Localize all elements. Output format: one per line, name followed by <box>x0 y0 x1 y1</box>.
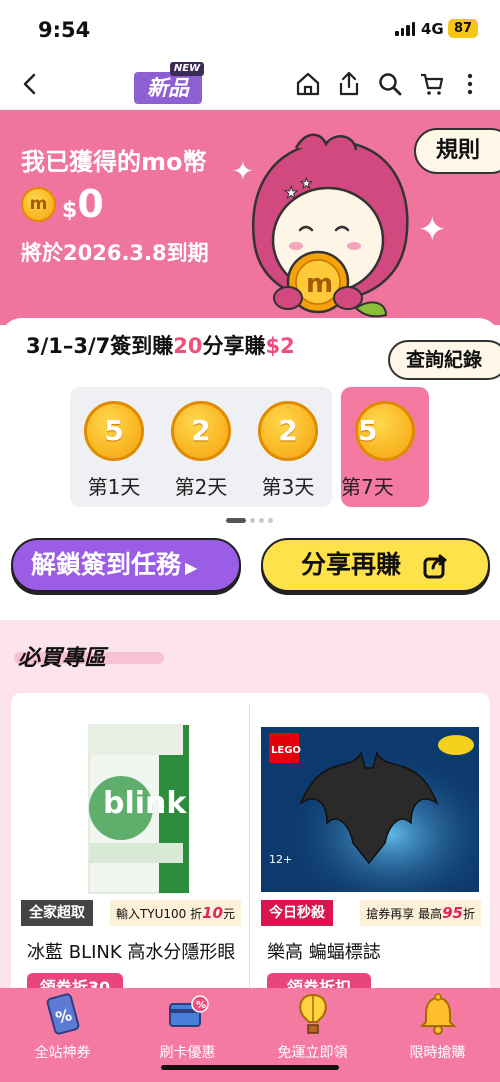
product-image: LEGO 12+ <box>261 727 479 892</box>
tab-label: 全站神券 <box>34 1045 91 1061</box>
checkin-section: 3/1–3/7簽到賺20分享賺$2 查詢紀錄 5 第1天 2 第2天 2 第3天… <box>0 318 500 610</box>
product-name[interactable]: 冰藍 BLINK 高水分隱形眼 <box>27 938 239 964</box>
tab-label: 免運立即領 <box>277 1045 348 1061</box>
checkin-day-bonus[interactable]: 5 第7天 <box>341 387 429 507</box>
checkin-day[interactable]: 2 第2天 <box>157 387 245 507</box>
nav-bar: 新品 NEW <box>0 58 500 110</box>
home-icon <box>296 72 320 96</box>
cart-button[interactable] <box>418 70 446 98</box>
tag-label: 今日秒殺 <box>261 900 333 926</box>
checkin-title-pre: 3/1–3/7簽到賺 <box>26 334 174 358</box>
status-bar: 9:54 4G 87 <box>0 0 500 58</box>
checkin-title-num2: $2 <box>265 334 295 358</box>
product-image: blink <box>88 724 189 894</box>
day-label: 第1天 <box>87 475 141 499</box>
tab-flash-sale[interactable]: 限時搶購 <box>375 988 500 1061</box>
product-name[interactable]: 樂高 蝙蝠標誌 <box>267 938 479 964</box>
tab-card-offers[interactable]: % 刷卡優惠 <box>125 988 250 1061</box>
tag-label: 全家超取 <box>21 900 93 926</box>
promo-tag: 今日秒殺 搶券再享 最高95折 <box>261 900 481 926</box>
divider <box>249 705 250 995</box>
day-coin-icon: 5 <box>84 401 144 461</box>
back-button[interactable] <box>16 70 44 98</box>
play-arrow-icon: ▶ <box>185 558 198 577</box>
svg-text:12+: 12+ <box>269 853 292 866</box>
network-label: 4G <box>421 20 444 38</box>
more-vertical-icon <box>467 73 473 95</box>
share-icon <box>339 71 359 96</box>
checkin-title-mid: 分享賺 <box>202 334 266 358</box>
product-brand-text: blink <box>103 786 187 821</box>
section-title: 必買專區 <box>18 646 107 671</box>
search-button[interactable] <box>376 70 404 98</box>
carousel-dots <box>226 518 273 523</box>
tab-coupons[interactable]: % 全站神券 <box>0 988 125 1061</box>
svg-text:★: ★ <box>284 183 298 202</box>
credit-card-icon: % <box>168 995 209 1027</box>
unlock-label: 解鎖簽到任務 <box>31 550 182 579</box>
tag-promo: 輸入TYU100 折10元 <box>109 900 241 926</box>
day-label: 第2天 <box>174 475 228 499</box>
mo-coin-icon: m <box>21 187 56 222</box>
battery-icon: 87 <box>448 19 478 38</box>
coin-balance: $0 <box>62 182 104 226</box>
day-label: 第7天 <box>341 475 394 499</box>
promo-tag: 全家超取 輸入TYU100 折10元 <box>21 900 241 926</box>
more-menu-button[interactable] <box>460 70 480 98</box>
share-label: 分享再賺 <box>301 550 402 579</box>
home-indicator <box>161 1065 339 1070</box>
checkin-title: 3/1–3/7簽到賺20分享賺$2 <box>26 330 295 360</box>
product-list: blink 全家超取 輸入TYU100 折10元 冰藍 BLINK 高水分隱形眼… <box>11 693 490 1003</box>
mo-coin-hero: 我已獲得的mo幣 m $0 將於2026.3.8到期 ✦ ✦ ★ ★ m 規則 <box>0 110 500 325</box>
tag-promo-num: 10 <box>202 904 223 922</box>
share-arrow-icon <box>423 554 447 579</box>
checkin-day[interactable]: 5 第1天 <box>70 387 158 507</box>
status-time: 9:54 <box>38 18 91 42</box>
hero-title: 我已獲得的mo幣 <box>21 148 207 176</box>
home-button[interactable] <box>294 70 322 98</box>
checkin-title-num1: 20 <box>173 334 203 358</box>
signal-icon <box>395 22 415 36</box>
day-coin-icon: 5 <box>355 401 415 461</box>
day-label: 第3天 <box>261 475 315 499</box>
rules-button[interactable]: 規則 <box>414 128 500 174</box>
search-icon <box>379 73 402 96</box>
tag-promo-post: 元 <box>222 907 235 921</box>
svg-text:★: ★ <box>300 176 313 192</box>
currency-symbol: $ <box>62 198 78 223</box>
tag-promo: 搶券再享 最高95折 <box>360 900 481 926</box>
share-button[interactable] <box>335 70 363 98</box>
coin-amount: 0 <box>77 182 104 226</box>
view-records-button[interactable]: 查詢紀錄 <box>388 340 500 380</box>
tab-label: 限時搶購 <box>409 1045 466 1061</box>
day-coin-icon: 2 <box>258 401 318 461</box>
expire-text: 將於2026.3.8到期 <box>21 241 209 265</box>
cart-icon <box>421 73 444 95</box>
chevron-left-icon <box>23 73 36 95</box>
tag-promo-pre: 輸入TYU100 折 <box>115 907 203 921</box>
new-arrivals-logo[interactable]: 新品 NEW <box>134 62 204 106</box>
tag-promo-pre: 搶券再享 最高 <box>366 907 443 921</box>
coupon-icon: % <box>46 993 79 1035</box>
day-coin-icon: 2 <box>171 401 231 461</box>
tag-promo-post: 折 <box>462 907 475 921</box>
tab-label: 刷卡優惠 <box>159 1045 216 1061</box>
tag-promo-num: 95 <box>442 904 463 922</box>
hot-air-balloon-icon <box>298 993 327 1034</box>
mascot-illustration: ★ ★ m <box>251 133 409 318</box>
alarm-bell-icon <box>419 993 456 1035</box>
share-earn-button[interactable]: 分享再賺 <box>261 538 490 592</box>
svg-text:m: m <box>306 269 333 299</box>
logo-new-badge: NEW <box>170 62 204 76</box>
logo-text: 新品 <box>134 72 202 104</box>
svg-text:%: % <box>196 1000 206 1011</box>
tab-free-shipping[interactable]: 免運立即領 <box>250 988 375 1061</box>
product-brand-text: LEGO <box>271 745 301 756</box>
unlock-checkin-button[interactable]: 解鎖簽到任務 ▶ <box>11 538 241 592</box>
checkin-day[interactable]: 2 第3天 <box>244 387 332 507</box>
